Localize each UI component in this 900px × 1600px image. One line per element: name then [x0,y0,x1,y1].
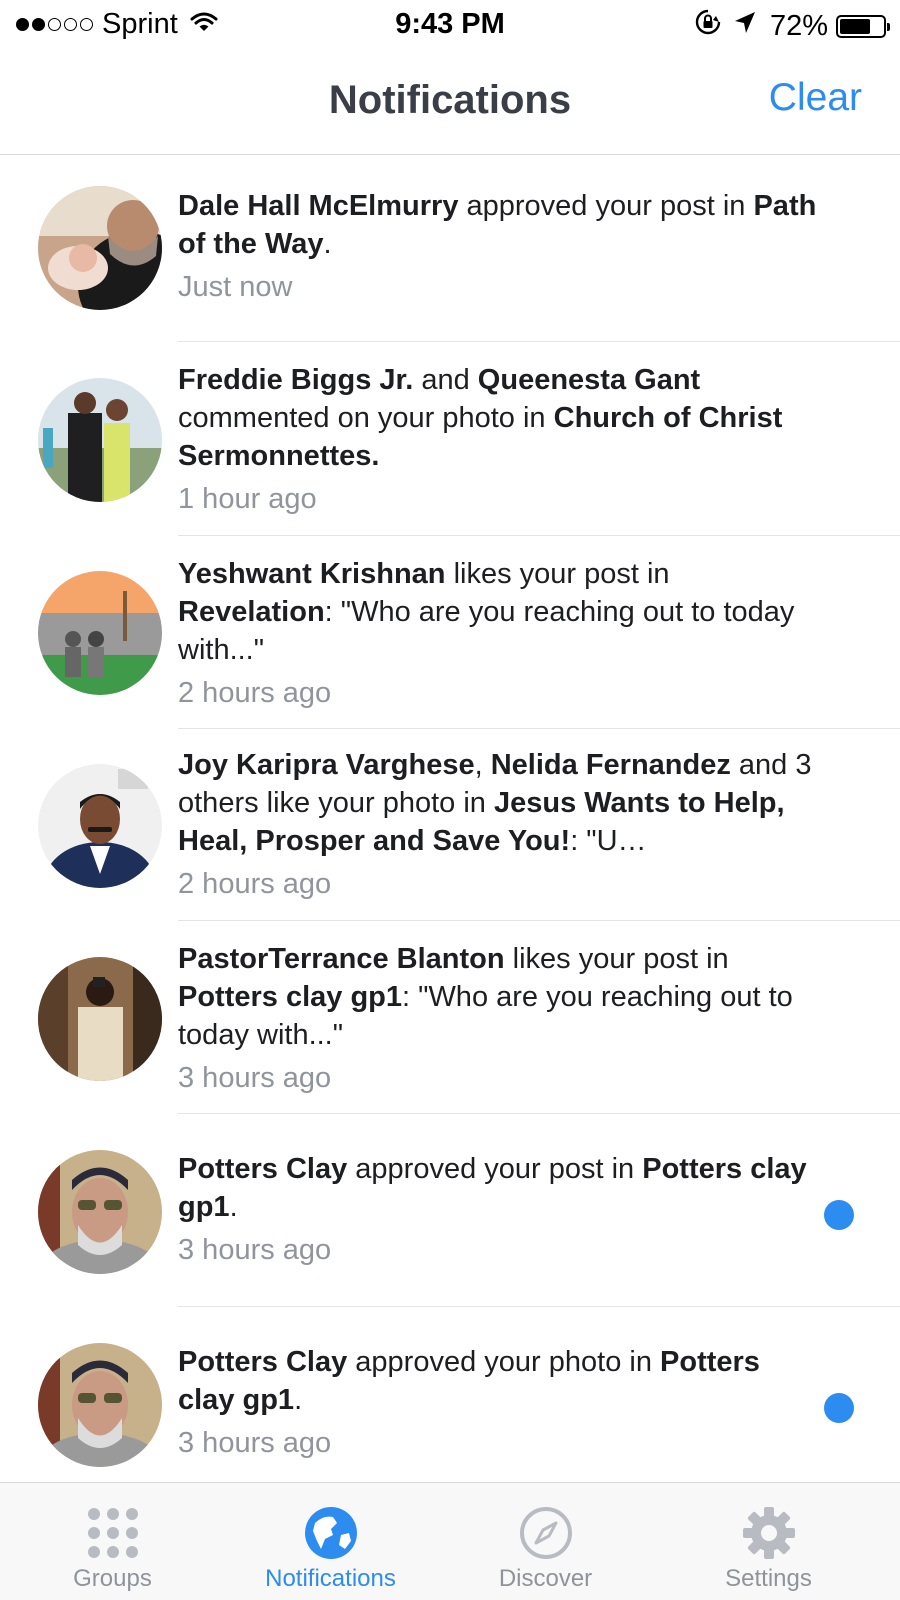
notification-item[interactable]: Joy Karipra Varghese, Nelida Fernandez a… [0,729,900,921]
notification-text: Dale Hall McElmurry approved your post i… [178,187,818,263]
gear-icon [741,1505,797,1561]
notification-item[interactable]: PastorTerrance Blanton likes your post i… [0,921,900,1114]
notification-plain-text: approved your photo in [347,1346,661,1378]
notification-time: 2 hours ago [178,677,332,709]
notification-bold-text: Revelation [178,596,325,628]
notification-plain-text: : "U… [570,825,647,857]
avatar [38,186,162,310]
avatar [38,764,162,888]
notification-bold-text: Dale Hall McElmurry [178,190,459,222]
navigation-bar: Notifications Clear [0,50,900,155]
notification-plain-text: . [323,228,332,260]
avatar [38,571,162,695]
notification-plain-text: and [413,364,478,396]
tab-label: Notifications [265,1565,396,1592]
notification-plain-text: likes your post in [504,943,729,975]
notification-item[interactable]: Potters Clay approved your post in Potte… [0,1114,900,1307]
notification-text: Joy Karipra Varghese, Nelida Fernandez a… [178,746,818,860]
notification-plain-text: . [229,1191,238,1223]
status-right: 72% [694,8,890,44]
tab-bar: Groups Notifications Discover Settings [0,1482,900,1600]
battery-icon [836,14,890,38]
notification-plain-text: likes your post in [445,558,670,590]
notification-list[interactable]: Dale Hall McElmurry approved your post i… [0,155,900,1482]
rotation-lock-icon [694,8,722,44]
notification-bold-text: PastorTerrance Blanton [178,943,505,975]
groups-grid-icon [85,1505,141,1561]
battery-nub [887,22,890,31]
notification-plain-text: approved your post in [347,1153,643,1185]
notification-item[interactable]: Freddie Biggs Jr. and Queenesta Gant com… [0,342,900,536]
tab-label: Settings [725,1565,812,1592]
clear-button[interactable]: Clear [769,76,862,120]
notification-text: Potters Clay approved your photo in Pott… [178,1343,818,1419]
notification-time: 3 hours ago [178,1234,332,1266]
battery-percent: 72% [769,9,828,42]
tab-label: Discover [498,1565,593,1592]
notification-plain-text: commented on your photo in [178,402,554,434]
notification-item[interactable]: Yeshwant Krishnan likes your post in Rev… [0,536,900,729]
notification-text: Freddie Biggs Jr. and Queenesta Gant com… [178,361,818,475]
tab-settings[interactable]: Settings [656,1483,881,1600]
notification-bold-text: Potters Clay [178,1346,348,1378]
avatar [38,1343,162,1467]
notification-time: Just now [178,271,293,303]
avatar [38,378,162,502]
notification-bold-text: Freddie Biggs Jr. [178,364,414,396]
tab-groups[interactable]: Groups [0,1483,225,1600]
notification-plain-text: . [294,1384,303,1416]
notification-bold-text: Potters clay gp1 [178,981,403,1013]
tab-discover[interactable]: Discover [433,1483,658,1600]
notification-plain-text: , [474,749,491,781]
location-arrow-icon [734,10,756,43]
notification-bold-text: Potters Clay [178,1153,348,1185]
avatar [38,1150,162,1274]
avatar [38,957,162,1081]
page-title: Notifications [328,78,572,122]
notification-plain-text: approved your post in [458,190,754,222]
notification-time: 3 hours ago [178,1062,332,1094]
unread-indicator [824,1200,854,1230]
globe-icon [303,1505,359,1561]
notification-bold-text: Queenesta Gant [477,364,701,396]
notification-text: Potters Clay approved your post in Potte… [178,1150,818,1226]
status-bar: Sprint 9:43 PM 72% [0,0,900,50]
notification-bold-text: Joy Karipra Varghese [178,749,475,781]
notification-bold-text: Nelida Fernandez [490,749,731,781]
notification-text: Yeshwant Krishnan likes your post in Rev… [178,555,818,669]
notification-time: 1 hour ago [178,483,317,515]
notification-item[interactable]: Potters Clay approved your photo in Pott… [0,1307,900,1482]
unread-indicator [824,1393,854,1423]
notification-time: 2 hours ago [178,868,332,900]
tab-notifications[interactable]: Notifications [218,1483,443,1600]
compass-icon [518,1505,574,1561]
battery-fill [840,18,870,34]
notification-bold-text: Yeshwant Krishnan [178,558,446,590]
tab-label: Groups [73,1565,152,1592]
notification-time: 3 hours ago [178,1427,332,1459]
notification-item[interactable]: Dale Hall McElmurry approved your post i… [0,155,900,342]
notification-text: PastorTerrance Blanton likes your post i… [178,940,818,1054]
